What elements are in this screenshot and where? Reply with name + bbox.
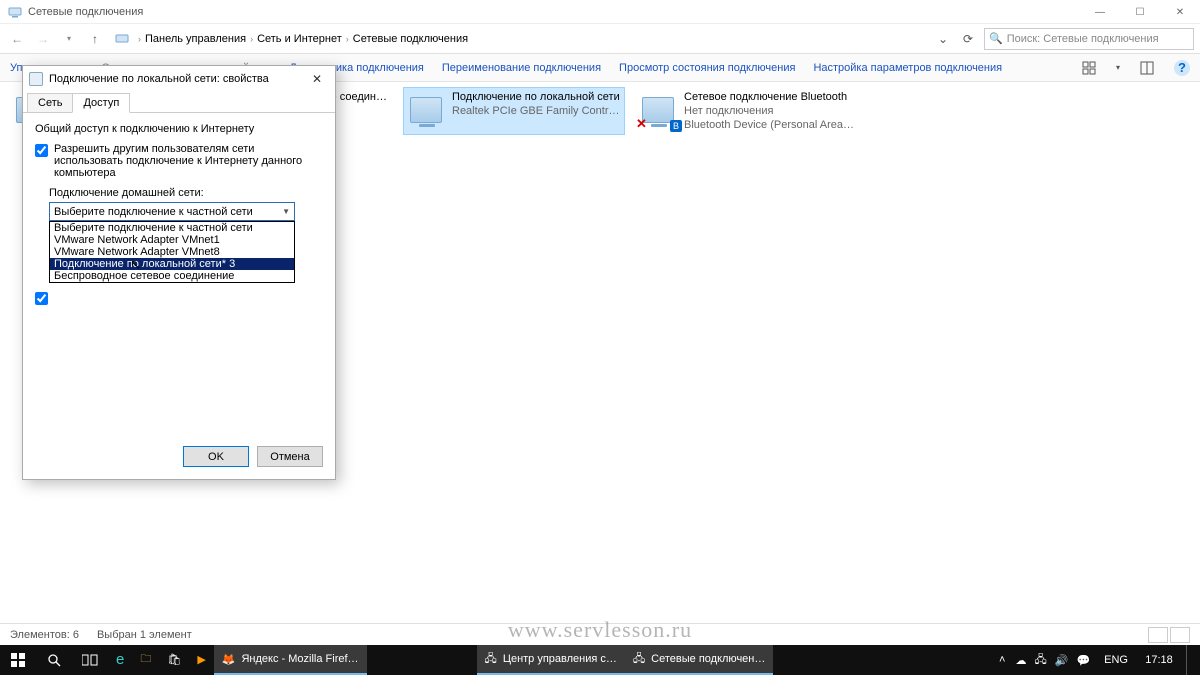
view-details-button[interactable] xyxy=(1148,627,1168,643)
address-bar: ← → ▾ ↑ › Панель управления › Сеть и Инт… xyxy=(0,24,1200,54)
adapter-device: Realtek PCIe GBE Family Controller xyxy=(452,104,622,118)
combo-option[interactable]: VMware Network Adapter VMnet1 xyxy=(50,234,294,246)
action-center-icon[interactable]: 💬 xyxy=(1076,654,1090,667)
show-desktop-button[interactable] xyxy=(1186,645,1192,675)
taskbar-app-label: Яндекс - Mozilla Firef… xyxy=(241,653,358,665)
dialog-close-button[interactable]: ✕ xyxy=(305,72,329,86)
network-tray-icon[interactable]: 🖧 xyxy=(1034,651,1046,670)
network-connections-icon xyxy=(8,5,22,19)
taskbar-app-store[interactable]: 🛍 xyxy=(159,645,189,675)
breadcrumb-part[interactable]: Сеть и Интернет xyxy=(257,33,342,45)
tab-sharing[interactable]: Доступ xyxy=(72,93,130,113)
dialog-tabs: Сеть Доступ xyxy=(23,92,335,112)
combo-option[interactable]: Подключение по локальной сети* 3 xyxy=(50,258,294,270)
combo-value: Выберите подключение к частной сети xyxy=(54,206,253,218)
language-indicator[interactable]: ENG xyxy=(1100,654,1132,666)
disconnected-x-icon: ✕ xyxy=(636,116,647,132)
address-icon xyxy=(114,31,130,47)
taskbar-app-control-panel[interactable]: 🖧 Центр управления с… xyxy=(477,645,625,675)
task-view-button[interactable] xyxy=(72,645,108,675)
status-selection: Выбран 1 элемент xyxy=(97,629,192,641)
main-window-titlebar: Сетевые подключения — ☐ ✕ xyxy=(0,0,1200,24)
search-icon: 🔍 xyxy=(989,32,1003,45)
adapter-item[interactable]: ✕ B Сетевое подключение Bluetooth Нет по… xyxy=(636,88,856,134)
tray-chevron-up-icon[interactable]: ˄ xyxy=(999,654,1005,666)
chevron-down-icon: ▼ xyxy=(282,207,290,216)
nav-back-button[interactable]: ← xyxy=(6,28,28,50)
status-item-count: Элементов: 6 xyxy=(10,629,79,641)
nav-up-button[interactable]: ↑ xyxy=(84,28,106,50)
properties-dialog: Подключение по локальной сети: свойства … xyxy=(22,65,336,480)
maximize-button[interactable]: ☐ xyxy=(1120,0,1160,24)
combo-option[interactable]: Беспроводное сетевое соединение xyxy=(50,270,294,282)
firefox-icon: 🦊 xyxy=(222,653,236,666)
nav-recent-button[interactable]: ▾ xyxy=(58,28,80,50)
breadcrumb-part[interactable]: Панель управления xyxy=(145,33,246,45)
help-icon[interactable]: ? xyxy=(1174,60,1190,76)
nav-forward-button[interactable]: → xyxy=(32,28,54,50)
network-center-icon: 🖧 xyxy=(485,650,497,669)
taskbar-app-media[interactable]: ▶ xyxy=(189,645,213,675)
allow-sharing-checkbox[interactable] xyxy=(35,144,48,157)
main-window-title: Сетевые подключения xyxy=(28,6,1192,18)
store-icon: 🛍 xyxy=(167,653,181,666)
folder-icon: 🗀 xyxy=(140,650,151,669)
preview-pane-icon[interactable] xyxy=(1138,59,1156,77)
taskbar-app-edge[interactable]: e xyxy=(108,645,132,675)
search-placeholder: Поиск: Сетевые подключения xyxy=(1007,33,1159,45)
dialog-titlebar[interactable]: Подключение по локальной сети: свойства … xyxy=(23,66,335,92)
adapter-device: Bluetooth Device (Personal Area … xyxy=(684,118,854,132)
ok-button[interactable]: OK xyxy=(183,446,249,467)
view-options-icon[interactable] xyxy=(1080,59,1098,77)
search-input[interactable]: 🔍 Поиск: Сетевые подключения xyxy=(984,28,1194,50)
taskbar-app-label: Центр управления с… xyxy=(503,653,617,665)
breadcrumb-dropdown[interactable]: ⌄ xyxy=(934,32,952,46)
taskbar-app-firefox[interactable]: 🦊 Яндекс - Mozilla Firef… xyxy=(214,645,367,675)
close-button[interactable]: ✕ xyxy=(1160,0,1200,24)
bluetooth-badge-icon: B xyxy=(670,120,682,132)
allow-control-checkbox[interactable] xyxy=(35,292,48,305)
dialog-title: Подключение по локальной сети: свойства xyxy=(49,73,305,85)
taskbar-app-label: Сетевые подключен… xyxy=(651,653,765,665)
minimize-button[interactable]: — xyxy=(1080,0,1120,24)
taskbar: e 🗀 🛍 ▶ 🦊 Яндекс - Mozilla Firef… 🖧 Цент… xyxy=(0,645,1200,675)
volume-icon[interactable]: 🔊 xyxy=(1055,654,1069,667)
status-bar: Элементов: 6 Выбран 1 элемент xyxy=(0,623,1200,645)
taskbar-app-network-connections[interactable]: 🖧 Сетевые подключен… xyxy=(625,645,773,675)
combo-option[interactable]: VMware Network Adapter VMnet8 xyxy=(50,246,294,258)
toolbar-view-status[interactable]: Просмотр состояния подключения xyxy=(619,62,795,74)
ethernet-icon xyxy=(406,90,446,130)
allow-sharing-label: Разрешить другим пользователям сети испо… xyxy=(54,143,323,179)
clock[interactable]: 17:18 xyxy=(1142,654,1176,666)
start-button[interactable] xyxy=(0,645,36,675)
taskbar-search-button[interactable] xyxy=(36,645,72,675)
adapter-name: Сетевое подключение Bluetooth xyxy=(684,90,854,104)
toolbar-settings[interactable]: Настройка параметров подключения xyxy=(813,62,1002,74)
combobox-dropdown-list: Выберите подключение к частной сети VMwa… xyxy=(49,221,295,283)
taskbar-app-explorer[interactable]: 🗀 xyxy=(132,645,159,675)
view-icons-button[interactable] xyxy=(1170,627,1190,643)
edge-icon: e xyxy=(116,651,124,668)
adapter-item[interactable]: Подключение по локальной сети Realtek PC… xyxy=(404,88,624,134)
onedrive-icon[interactable]: ☁ xyxy=(1015,654,1026,667)
breadcrumb-part[interactable]: Сетевые подключения xyxy=(353,33,468,45)
tab-network[interactable]: Сеть xyxy=(27,93,73,113)
system-tray[interactable]: ☁ 🖧 🔊 💬 xyxy=(1015,651,1090,670)
toolbar-rename[interactable]: Переименование подключения xyxy=(442,62,601,74)
bluetooth-icon: ✕ B xyxy=(638,90,678,130)
home-network-label: Подключение домашней сети: xyxy=(49,187,323,199)
group-label: Общий доступ к подключению к Интернету xyxy=(35,123,323,135)
adapter-name: Подключение по локальной сети xyxy=(452,90,622,104)
refresh-button[interactable]: ⟳ xyxy=(956,32,980,46)
network-icon: 🖧 xyxy=(633,650,645,669)
cancel-button[interactable]: Отмена xyxy=(257,446,323,467)
media-icon: ▶ xyxy=(197,653,205,666)
breadcrumb[interactable]: › Панель управления › Сеть и Интернет › … xyxy=(138,33,930,45)
dialog-icon xyxy=(29,72,43,86)
adapter-status: Нет подключения xyxy=(684,104,854,118)
home-network-combobox[interactable]: Выберите подключение к частной сети ▼ xyxy=(49,202,295,221)
combo-option[interactable]: Выберите подключение к частной сети xyxy=(50,222,294,234)
